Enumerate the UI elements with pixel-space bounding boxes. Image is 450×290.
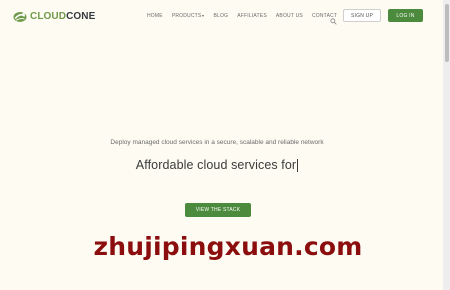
nav-item-about-us[interactable]: ABOUT US [276, 13, 303, 19]
login-button[interactable]: LOG IN [388, 9, 423, 22]
cloudcone-cloud-icon [12, 8, 28, 24]
nav-item-blog[interactable]: BLOG [213, 13, 228, 19]
search-icon[interactable] [330, 12, 337, 25]
nav-item-affiliates[interactable]: AFFILIATES [237, 13, 267, 19]
view-the-stack-button[interactable]: VIEW THE STACK [185, 203, 251, 217]
nav-item-label: AFFILIATES [237, 13, 267, 19]
logo-text-cloud: CLOUD [30, 10, 67, 22]
nav-item-products[interactable]: PRODUCTS [172, 13, 205, 19]
nav-item-label: ABOUT US [275, 13, 303, 19]
nav-item-home[interactable]: HOME [147, 13, 163, 19]
logo[interactable]: CLOUD CONE [12, 8, 95, 24]
scrollbar-thumb[interactable] [445, 4, 449, 62]
hero-tagline: Deploy managed cloud services in a secur… [110, 139, 324, 146]
site-header: CLOUD CONE HOME PRODUCTS BLOG AFFILIATES … [0, 0, 450, 32]
nav-item-label: PRODUCTS [171, 13, 202, 19]
hero-headline-text: Affordable cloud services for [135, 158, 297, 172]
nav-item-label: BLOG [213, 13, 229, 19]
scrollbar[interactable] [443, 0, 450, 290]
logo-text-cone: CONE [66, 10, 96, 22]
chevron-down-icon [202, 15, 205, 17]
typing-cursor [297, 158, 299, 172]
watermark-text: zhujipingxuan.com [93, 232, 363, 261]
nav-item-label: HOME [147, 13, 163, 19]
hero-headline: Affordable cloud services for [0, 158, 434, 172]
signup-button[interactable]: SIGN UP [343, 9, 381, 22]
logo-wordmark: CLOUD CONE [30, 11, 95, 22]
main-nav: HOME PRODUCTS BLOG AFFILIATES ABOUT US C… [147, 12, 346, 20]
